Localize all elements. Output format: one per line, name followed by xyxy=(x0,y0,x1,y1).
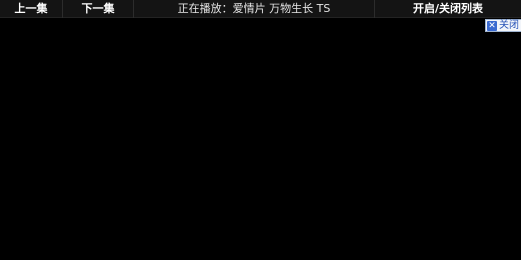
toggle-playlist-button[interactable]: 开启/关闭列表 xyxy=(375,0,521,18)
close-button[interactable]: ✕ 关闭 xyxy=(485,19,521,32)
previous-episode-button[interactable]: 上一集 xyxy=(0,0,62,18)
video-player: 上一集 下一集 正在播放：爱情片 万物生长 TS 开启/关闭列表 ✕ 关闭 xyxy=(0,0,521,260)
video-area[interactable] xyxy=(0,19,521,260)
now-playing-title: 正在播放：爱情片 万物生长 TS xyxy=(177,1,331,15)
close-label: 关闭 xyxy=(499,20,519,31)
player-toolbar: 上一集 下一集 正在播放：爱情片 万物生长 TS 开启/关闭列表 xyxy=(0,0,521,18)
close-x-icon: ✕ xyxy=(487,20,497,31)
next-episode-button[interactable]: 下一集 xyxy=(63,0,133,18)
